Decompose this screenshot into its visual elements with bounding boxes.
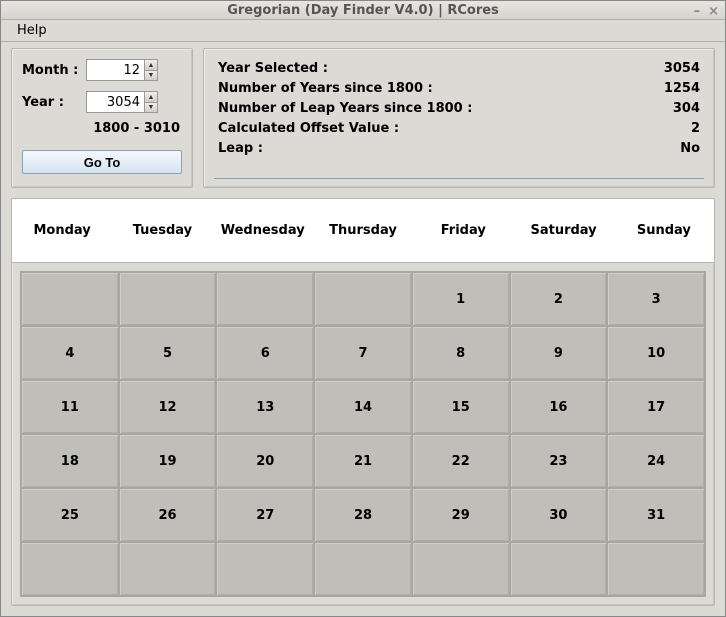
info-year-selected: Year Selected : 3054 — [218, 59, 700, 79]
calendar-day-cell: 6 — [217, 327, 315, 381]
year-spin-down[interactable]: ▼ — [144, 102, 158, 113]
titlebar: Gregorian (Day Finder V4.0) | RCores – × — [1, 1, 725, 20]
calendar-header-cell: Wednesday — [213, 199, 313, 262]
calendar-day-cell: 10 — [608, 327, 706, 381]
calendar-day-cell — [217, 543, 315, 597]
calendar-day-cell — [120, 273, 218, 327]
info-leap-label: Leap : — [218, 139, 263, 159]
month-spinner: ▲ ▼ — [86, 59, 158, 81]
month-spin-buttons: ▲ ▼ — [144, 59, 158, 81]
calendar-day-cell: 5 — [120, 327, 218, 381]
minimize-icon[interactable]: – — [694, 4, 701, 19]
info-leap-since-value: 304 — [673, 99, 700, 119]
info-separator — [214, 178, 704, 179]
info-leap: Leap : No — [218, 139, 700, 159]
calendar-day-cell: 4 — [22, 327, 120, 381]
calendar-day-cell: 30 — [511, 489, 609, 543]
calendar-day-cell — [217, 273, 315, 327]
info-year-selected-value: 3054 — [664, 59, 700, 79]
window-controls: – × — [694, 4, 719, 19]
calendar-day-cell: 19 — [120, 435, 218, 489]
calendar-day-cell: 12 — [120, 381, 218, 435]
calendar-grid: 1234567891011121314151617181920212223242… — [20, 271, 706, 597]
info-leap-since-label: Number of Leap Years since 1800 : — [218, 99, 472, 119]
calendar-day-cell: 17 — [608, 381, 706, 435]
year-label: Year : — [22, 95, 86, 110]
info-leap-value: No — [680, 139, 700, 159]
calendar-day-cell — [315, 543, 413, 597]
month-spin-down[interactable]: ▼ — [144, 70, 158, 81]
window-title: Gregorian (Day Finder V4.0) | RCores — [227, 3, 499, 18]
calendar-day-cell — [22, 543, 120, 597]
menubar: Help — [1, 20, 725, 42]
calendar-day-cell: 21 — [315, 435, 413, 489]
calendar-body-wrap: 1234567891011121314151617181920212223242… — [12, 263, 714, 605]
calendar-header-cell: Monday — [12, 199, 112, 262]
calendar-day-cell: 22 — [413, 435, 511, 489]
calendar-day-cell: 8 — [413, 327, 511, 381]
info-offset-label: Calculated Offset Value : — [218, 119, 399, 139]
calendar-header-cell: Saturday — [513, 199, 613, 262]
month-input[interactable] — [86, 59, 144, 81]
calendar-day-cell: 27 — [217, 489, 315, 543]
info-offset-value: 2 — [691, 119, 700, 139]
calendar-header-row: MondayTuesdayWednesdayThursdayFridaySatu… — [12, 199, 714, 263]
calendar-day-cell — [511, 543, 609, 597]
info-years-since-value: 1254 — [664, 79, 700, 99]
content-area: Month : ▲ ▼ Year : ▲ — [1, 42, 725, 616]
calendar-day-cell: 1 — [413, 273, 511, 327]
info-years-since-label: Number of Years since 1800 : — [218, 79, 433, 99]
calendar-day-cell: 23 — [511, 435, 609, 489]
info-years-since: Number of Years since 1800 : 1254 — [218, 79, 700, 99]
close-icon[interactable]: × — [708, 4, 719, 19]
info-panel: Year Selected : 3054 Number of Years sin… — [203, 48, 715, 188]
main-window: Gregorian (Day Finder V4.0) | RCores – ×… — [0, 0, 726, 617]
calendar-day-cell: 25 — [22, 489, 120, 543]
year-spin-buttons: ▲ ▼ — [144, 91, 158, 113]
calendar-day-cell: 11 — [22, 381, 120, 435]
goto-button[interactable]: Go To — [22, 150, 182, 174]
calendar-panel: MondayTuesdayWednesdayThursdayFridaySatu… — [11, 198, 715, 606]
calendar-day-cell: 26 — [120, 489, 218, 543]
calendar-day-cell — [608, 543, 706, 597]
calendar-day-cell: 28 — [315, 489, 413, 543]
calendar-day-cell — [120, 543, 218, 597]
info-leap-since: Number of Leap Years since 1800 : 304 — [218, 99, 700, 119]
calendar-header-cell: Tuesday — [112, 199, 212, 262]
calendar-day-cell: 2 — [511, 273, 609, 327]
calendar-day-cell: 16 — [511, 381, 609, 435]
year-row: Year : ▲ ▼ — [22, 91, 182, 113]
calendar-header-cell: Sunday — [614, 199, 714, 262]
calendar-day-cell — [22, 273, 120, 327]
top-row: Month : ▲ ▼ Year : ▲ — [11, 48, 715, 188]
month-row: Month : ▲ ▼ — [22, 59, 182, 81]
input-panel: Month : ▲ ▼ Year : ▲ — [11, 48, 193, 188]
calendar-header-cell: Friday — [413, 199, 513, 262]
calendar-day-cell: 29 — [413, 489, 511, 543]
calendar-day-cell: 7 — [315, 327, 413, 381]
calendar-day-cell: 20 — [217, 435, 315, 489]
menu-help[interactable]: Help — [9, 20, 55, 41]
month-spin-up[interactable]: ▲ — [144, 59, 158, 70]
calendar-header-cell: Thursday — [313, 199, 413, 262]
calendar-day-cell: 31 — [608, 489, 706, 543]
year-range-hint: 1800 - 3010 — [22, 121, 182, 136]
calendar-day-cell: 24 — [608, 435, 706, 489]
info-year-selected-label: Year Selected : — [218, 59, 328, 79]
calendar-day-cell — [315, 273, 413, 327]
calendar-day-cell: 3 — [608, 273, 706, 327]
calendar-day-cell: 15 — [413, 381, 511, 435]
calendar-day-cell — [413, 543, 511, 597]
year-input[interactable] — [86, 91, 144, 113]
calendar-day-cell: 14 — [315, 381, 413, 435]
calendar-day-cell: 18 — [22, 435, 120, 489]
year-spin-up[interactable]: ▲ — [144, 91, 158, 102]
info-offset: Calculated Offset Value : 2 — [218, 119, 700, 139]
month-label: Month : — [22, 63, 86, 78]
calendar-day-cell: 9 — [511, 327, 609, 381]
year-spinner: ▲ ▼ — [86, 91, 158, 113]
calendar-day-cell: 13 — [217, 381, 315, 435]
